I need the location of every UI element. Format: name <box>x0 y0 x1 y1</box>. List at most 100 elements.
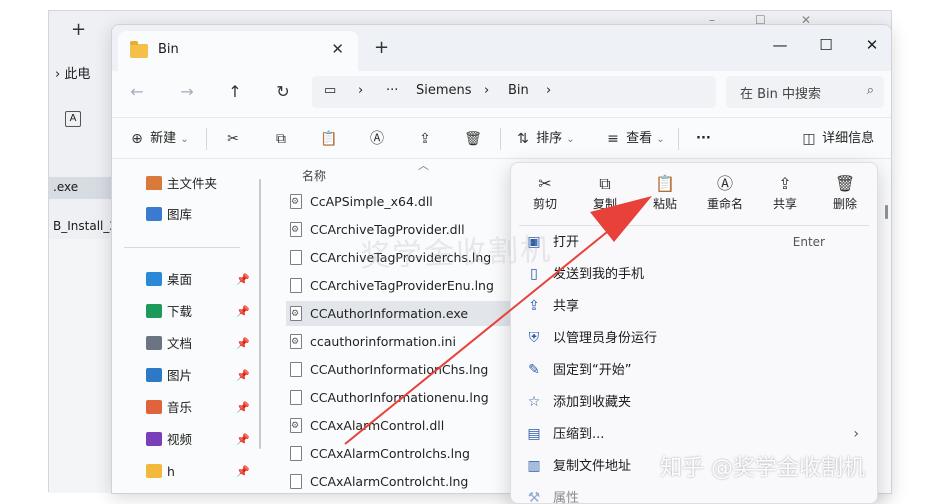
menu-item-compress[interactable]: ▤ 压缩到... › <box>525 419 865 449</box>
search-placeholder: 在 Bin 中搜索 <box>740 87 822 102</box>
share-action[interactable]: ⇪ 共享 <box>755 173 815 219</box>
folder-icon <box>146 368 162 382</box>
file-name: CCAxAlarmControlcht.lng <box>310 474 469 489</box>
refresh-button[interactable]: ↻ <box>270 79 296 105</box>
menu-item-label: 打开 <box>553 235 580 250</box>
sidebar-item-pinned[interactable]: h <box>146 461 175 483</box>
address-separator[interactable]: › <box>484 83 489 98</box>
pin-icon[interactable]: 📌 <box>236 465 250 478</box>
address-segment-bin[interactable]: Bin <box>508 83 529 98</box>
star-icon: ☆ <box>527 394 541 410</box>
file-row[interactable]: CCAuthorInformationChs.lng <box>286 357 516 382</box>
rename-icon: Ⓐ <box>370 130 384 147</box>
paste-button[interactable]: 📋 <box>320 127 338 151</box>
pin-icon[interactable]: 📌 <box>236 337 250 350</box>
address-more[interactable]: ··· <box>386 83 398 98</box>
menu-item-add-favorites[interactable]: ☆ 添加到收藏夹 <box>525 387 865 417</box>
share-icon: ⇪ <box>778 174 792 193</box>
command-bar: ⊕ 新建 ⌄ ✂ ⧉ 📋 Ⓐ ⇪ 🗑 ⇅ 排序 ⌄ ≡ 查看 ⌄ ··· ◫ 详… <box>112 117 891 159</box>
file-row[interactable]: ccauthorinformation.ini <box>286 329 516 355</box>
file-name: CCAxAlarmControlchs.lng <box>310 446 470 461</box>
details-button[interactable]: ◫ 详细信息 <box>800 127 874 151</box>
sidebar-item-gallery[interactable]: 图库 <box>146 204 192 226</box>
sidebar-item-pinned[interactable]: 下载 <box>146 301 192 323</box>
sidebar-item-pinned[interactable]: 桌面 <box>146 269 192 291</box>
menu-item-share[interactable]: ⇪ 共享 <box>525 291 865 321</box>
bg-new-tab-button[interactable]: + <box>71 19 86 40</box>
file-row[interactable]: CCAxAlarmControlchs.lng <box>286 441 516 466</box>
archive-icon: ▤ <box>527 426 541 442</box>
bg-breadcrumb[interactable]: › 此电 <box>55 63 90 82</box>
column-header-name[interactable]: 名称 <box>302 167 326 184</box>
rename-action[interactable]: Ⓐ 重命名 <box>695 173 755 219</box>
file-name: CCAuthorInformationChs.lng <box>310 362 489 377</box>
scrollbar[interactable] <box>885 205 888 219</box>
menu-item-label: 复制文件地址 <box>553 459 632 474</box>
address-segment-siemens[interactable]: Siemens <box>416 83 472 98</box>
tab-bin[interactable]: Bin ✕ <box>118 31 358 71</box>
more-options-button[interactable]: ··· <box>696 127 711 151</box>
maximize-button[interactable]: ☐ <box>806 31 846 59</box>
close-button[interactable]: ✕ <box>852 31 891 59</box>
folder-icon <box>146 272 162 286</box>
sidebar-item-pinned[interactable]: 文档 <box>146 333 192 355</box>
sidebar-item-pinned[interactable]: 视频 <box>146 429 192 451</box>
menu-item-label: 发送到我的手机 <box>553 267 645 282</box>
copy-icon: ⧉ <box>276 130 286 147</box>
sidebar-item-label: h <box>167 464 175 479</box>
scrollbar[interactable] <box>259 179 261 449</box>
new-button[interactable]: ⊕ 新建 ⌄ <box>128 127 189 151</box>
delete-action[interactable]: 🗑 删除 <box>815 173 875 219</box>
back-button[interactable]: ← <box>124 79 150 105</box>
minimize-button[interactable]: — <box>760 31 800 59</box>
cut-action[interactable]: ✂ 剪切 <box>515 173 575 219</box>
file-row[interactable]: CCAxAlarmControlcht.lng <box>286 469 516 493</box>
rename-button[interactable]: Ⓐ <box>368 127 386 151</box>
share-button[interactable]: ⇪ <box>416 127 434 151</box>
pin-icon[interactable]: 📌 <box>236 273 250 286</box>
sort-button[interactable]: ⇅ 排序 ⌄ <box>514 127 575 151</box>
view-button[interactable]: ≡ 查看 ⌄ <box>604 127 665 151</box>
trash-icon: 🗑 <box>464 130 482 147</box>
menu-item-pin-start[interactable]: ✎ 固定到“开始” <box>525 355 865 385</box>
address-separator[interactable]: › <box>358 83 363 98</box>
menu-item-label: 共享 <box>553 299 580 314</box>
address-separator[interactable]: › <box>546 83 551 98</box>
pin-icon[interactable]: 📌 <box>236 433 250 446</box>
file-row[interactable]: CCAuthorInformation.exe <box>286 301 516 327</box>
file-row[interactable]: CCArchiveTagProviderEnu.lng <box>286 273 516 298</box>
file-row[interactable]: CcAPSimple_x64.dll <box>286 189 516 215</box>
bg-file-selected[interactable]: .exe <box>49 177 111 199</box>
trash-icon: 🗑 <box>834 174 856 193</box>
file-icon <box>290 250 302 265</box>
sidebar-item-pinned[interactable]: 音乐 <box>146 397 192 419</box>
menu-item-label: 以管理员身份运行 <box>553 331 658 346</box>
pin-icon[interactable]: 📌 <box>236 369 250 382</box>
search-box[interactable]: 在 Bin 中搜索 ⌕ <box>726 76 884 108</box>
copy-button[interactable]: ⧉ <box>272 127 290 151</box>
rename-icon[interactable]: A <box>65 111 81 127</box>
address-bar[interactable]: ▭ › ··· Siemens › Bin › <box>312 76 716 108</box>
tab-title: Bin <box>158 42 179 57</box>
paste-action[interactable]: 📋 粘贴 <box>635 173 695 219</box>
file-row[interactable]: CCAxAlarmControl.dll <box>286 413 516 439</box>
copy-action[interactable]: ⧉ 复制 <box>575 173 635 219</box>
delete-button[interactable]: 🗑 <box>464 127 482 151</box>
pin-icon[interactable]: 📌 <box>236 401 250 414</box>
menu-item-properties[interactable]: ⚒ 属性 <box>525 483 865 504</box>
sidebar-item-home[interactable]: 主文件夹 <box>146 173 217 195</box>
menu-item-run-as-admin[interactable]: ⛨ 以管理员身份运行 <box>525 323 865 353</box>
forward-button[interactable]: → <box>174 79 200 105</box>
cut-button[interactable]: ✂ <box>224 127 242 151</box>
tab-close-icon[interactable]: ✕ <box>331 40 344 58</box>
sidebar-item-pinned[interactable]: 图片 <box>146 365 192 387</box>
file-icon <box>290 362 302 377</box>
rename-label: 重命名 <box>706 197 743 211</box>
new-tab-button[interactable]: + <box>374 37 389 58</box>
up-button[interactable]: ↑ <box>222 79 248 105</box>
pin-icon[interactable]: 📌 <box>236 305 250 318</box>
chevron-down-icon: ⌄ <box>656 134 665 145</box>
menu-item-open[interactable]: ▣ 打开 Enter <box>525 227 865 257</box>
file-row[interactable]: CCAuthorInformationenu.lng <box>286 385 516 410</box>
menu-item-send-to-phone[interactable]: ▯ 发送到我的手机 <box>525 259 865 289</box>
